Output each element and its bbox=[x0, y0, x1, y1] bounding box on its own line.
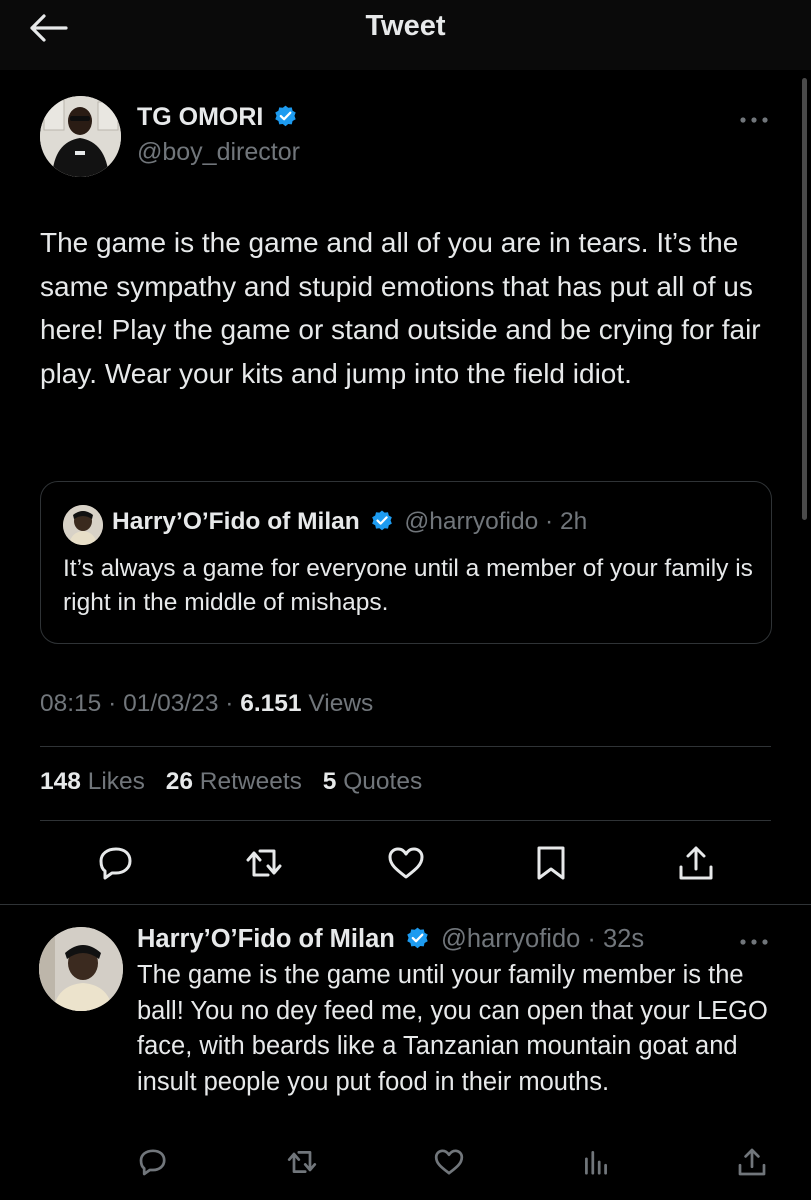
more-icon[interactable] bbox=[738, 936, 770, 948]
like-icon bbox=[434, 1149, 464, 1175]
retweets-count: 26 bbox=[165, 768, 193, 795]
divider bbox=[40, 820, 771, 821]
tweet-stats: 148 Likes 26 Retweets 5 Quotes bbox=[40, 768, 436, 796]
tweet-time[interactable]: 08:15 bbox=[40, 690, 101, 717]
reply-share-button[interactable] bbox=[736, 1146, 768, 1178]
more-icon[interactable] bbox=[738, 114, 770, 126]
author-avatar[interactable] bbox=[40, 96, 121, 177]
share-button[interactable] bbox=[676, 843, 716, 883]
reply-retweet-button[interactable] bbox=[286, 1146, 318, 1178]
retweet-button[interactable] bbox=[244, 843, 284, 883]
reply-analytics-button[interactable] bbox=[580, 1146, 612, 1178]
verified-badge-icon bbox=[275, 105, 297, 127]
likes-count: 148 bbox=[40, 768, 81, 795]
retweets-stat[interactable]: 26 Retweets bbox=[166, 768, 302, 795]
divider bbox=[40, 746, 771, 747]
divider bbox=[0, 904, 811, 905]
verified-badge-icon bbox=[407, 927, 428, 948]
likes-stat[interactable]: 148 Likes bbox=[40, 768, 145, 795]
verified-badge-icon bbox=[371, 510, 392, 530]
quotes-count: 5 bbox=[322, 768, 337, 795]
quotes-stat[interactable]: 5 Quotes bbox=[323, 768, 422, 795]
share-icon bbox=[738, 1148, 766, 1176]
reply-text: The game is the game until your family m… bbox=[137, 961, 768, 1096]
page-title: Tweet bbox=[365, 10, 446, 42]
quotes-label: Quotes bbox=[343, 768, 423, 795]
avatar-image bbox=[39, 927, 123, 1011]
analytics-icon bbox=[585, 1151, 607, 1175]
reply-icon bbox=[139, 1149, 166, 1176]
scrollbar[interactable] bbox=[802, 78, 807, 520]
quote-time: · 2h bbox=[545, 508, 588, 535]
avatar-image bbox=[40, 96, 121, 177]
retweet-icon bbox=[246, 849, 282, 877]
retweets-label: Retweets bbox=[199, 768, 302, 795]
share-icon bbox=[679, 846, 713, 880]
like-button[interactable] bbox=[386, 843, 426, 883]
bookmark-button[interactable] bbox=[531, 843, 571, 883]
reply-author-row[interactable]: Harry’O’Fido of Milan @harryofido · 32s bbox=[137, 925, 644, 954]
tweet-meta: 08:15 · 01/03/23 · 6.151 Views bbox=[40, 690, 373, 718]
quote-author-row: Harry’O’Fido of Milan @harryofido · 2h bbox=[112, 508, 587, 536]
views-label: Views bbox=[308, 690, 374, 717]
reply-author-handle[interactable]: @harryofido bbox=[441, 925, 580, 953]
reply-icon bbox=[99, 847, 132, 880]
tweet-text: The game is the game and all of you are … bbox=[40, 227, 761, 389]
quote-text: It’s always a game for everyone until a … bbox=[63, 555, 753, 616]
reply-author-avatar[interactable] bbox=[39, 927, 123, 1011]
views-count: 6.151 bbox=[240, 690, 302, 717]
meta-separator: · bbox=[108, 690, 124, 717]
like-icon bbox=[388, 847, 424, 879]
reply-author-name[interactable]: Harry’O’Fido of Milan bbox=[137, 925, 395, 953]
avatar-image bbox=[63, 505, 103, 545]
tweet-date[interactable]: 01/03/23 bbox=[123, 690, 218, 717]
top-bar: Tweet bbox=[0, 0, 811, 70]
meta-separator: · bbox=[225, 690, 241, 717]
author-name[interactable]: TG OMORI bbox=[137, 103, 263, 131]
retweet-icon bbox=[287, 1151, 317, 1173]
quote-author-avatar bbox=[63, 505, 103, 545]
author-name-row[interactable]: TG OMORI bbox=[137, 103, 298, 132]
reply-time[interactable]: · 32s bbox=[587, 925, 644, 953]
likes-label: Likes bbox=[87, 768, 145, 795]
author-handle[interactable]: @boy_director bbox=[137, 138, 300, 167]
reply-button[interactable] bbox=[96, 843, 136, 883]
quote-author-name: Harry’O’Fido of Milan bbox=[112, 508, 360, 535]
bookmark-icon bbox=[537, 846, 565, 880]
reply-reply-button[interactable] bbox=[137, 1146, 169, 1178]
reply-like-button[interactable] bbox=[433, 1146, 465, 1178]
quote-author-handle: @harryofido bbox=[404, 508, 539, 535]
